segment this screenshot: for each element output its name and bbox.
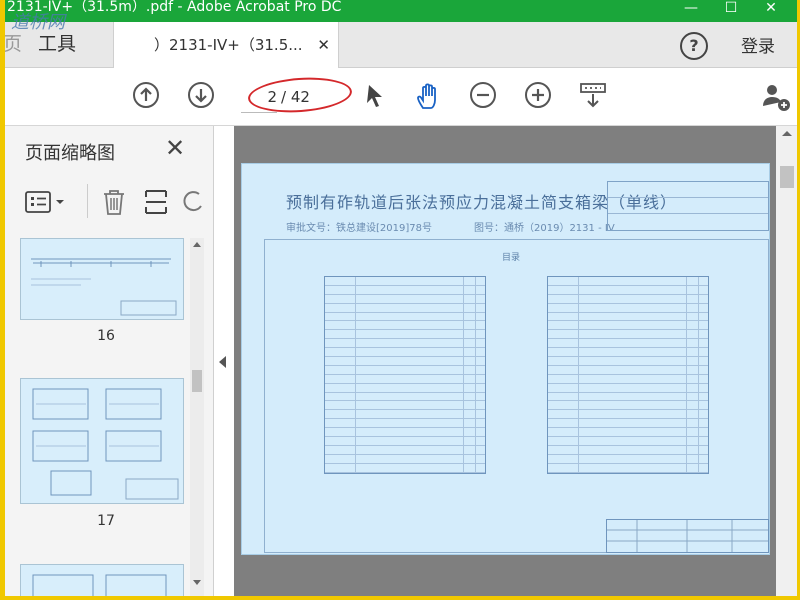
thumbnail-scrollbar[interactable] xyxy=(190,238,204,596)
document-tab-label: ）2131-IV+（31.5... xyxy=(154,36,303,54)
toc-table-left xyxy=(324,276,486,474)
scroll-down-icon[interactable] xyxy=(193,580,201,586)
toc-table-row xyxy=(325,357,485,366)
toc-table-row xyxy=(548,357,708,366)
add-user-icon[interactable] xyxy=(761,82,790,111)
insert-page-icon[interactable] xyxy=(143,188,169,220)
collapse-panel-icon[interactable] xyxy=(219,356,226,368)
toc-table-right xyxy=(547,276,709,474)
toc-table-row xyxy=(548,277,708,286)
thumbnail-page-18[interactable] xyxy=(20,564,184,596)
document-page: 预制有砟轨道后张法预应力混凝土简支箱梁（单线） 审批文号：铁总建设[2019]7… xyxy=(241,163,770,555)
toc-table-row xyxy=(325,277,485,286)
toc-table-row xyxy=(325,392,485,402)
thumbnail-options-icon[interactable] xyxy=(25,190,69,218)
next-page-icon[interactable] xyxy=(188,82,214,108)
thumbnail-number: 16 xyxy=(97,328,115,344)
toc-table-row xyxy=(325,365,485,375)
toc-table-row xyxy=(325,419,485,429)
toc-table-row xyxy=(325,294,485,304)
thumbnail-number: 17 xyxy=(97,513,115,529)
minimize-button[interactable]: — xyxy=(671,0,711,16)
toc-table-row xyxy=(325,437,485,446)
red-annotation-ellipse xyxy=(246,74,354,116)
toc-table-row xyxy=(325,285,485,295)
drawing-title-block xyxy=(607,181,769,231)
close-tab-icon[interactable]: ✕ xyxy=(317,22,330,68)
toc-table-row xyxy=(325,401,485,411)
toc-table-row xyxy=(325,410,485,420)
document-tab[interactable]: ）2131-IV+（31.5... ✕ xyxy=(113,22,339,68)
delete-page-icon[interactable] xyxy=(101,188,127,220)
toc-table-row xyxy=(325,374,485,384)
title-bar: 2131-IV+（31.5m）.pdf - Adobe Acrobat Pro … xyxy=(5,0,797,22)
zoom-out-icon[interactable] xyxy=(470,82,496,108)
toc-table-row xyxy=(325,454,485,464)
toc-table-row xyxy=(548,463,708,473)
tab-bar: 页 工具 ）2131-IV+（31.5... ✕ ? 登录 xyxy=(5,22,797,68)
panel-toolbar xyxy=(5,184,213,222)
document-view[interactable]: 预制有砟轨道后张法预应力混凝土简支箱梁（单线） 审批文号：铁总建设[2019]7… xyxy=(234,126,776,596)
toc-table-row xyxy=(548,285,708,295)
document-scroll-thumb[interactable] xyxy=(780,166,794,188)
zoom-in-icon[interactable] xyxy=(525,82,551,108)
toc-table-row xyxy=(548,294,708,304)
toc-table-row xyxy=(325,463,485,473)
page-thumbnails-panel: 页面缩略图 ✕ 16 17 xyxy=(5,126,214,596)
hand-tool-icon[interactable] xyxy=(415,82,441,109)
toc-table-row xyxy=(548,410,708,420)
thumbnail-scroll-thumb[interactable] xyxy=(192,370,202,392)
thumbnail-page-16[interactable] xyxy=(20,238,184,320)
toc-table-row xyxy=(325,428,485,438)
window-controls: — ☐ ✕ xyxy=(671,0,791,16)
toc-table-row xyxy=(325,445,485,455)
main-toolbar: 2 / 42 xyxy=(5,68,797,126)
toc-table-row xyxy=(325,312,485,322)
toc-table-row xyxy=(325,339,485,349)
doc-scroll-up-icon[interactable] xyxy=(782,130,792,136)
watermark-logo: 道桥网 xyxy=(11,12,65,33)
toc-table-row xyxy=(548,437,708,446)
toc-heading: 目录 xyxy=(502,253,521,263)
panel-close-icon[interactable]: ✕ xyxy=(165,134,185,162)
thumbnail-page-17[interactable] xyxy=(20,378,184,504)
document-scrollbar[interactable] xyxy=(776,126,797,596)
maximize-button[interactable]: ☐ xyxy=(711,0,751,16)
toc-table-row xyxy=(548,445,708,455)
login-button[interactable]: 登录 xyxy=(741,32,775,57)
acrobat-window: 2131-IV+（31.5m）.pdf - Adobe Acrobat Pro … xyxy=(5,0,797,596)
prev-page-icon[interactable] xyxy=(133,82,159,108)
toc-table-row xyxy=(548,428,708,438)
toc-table-row xyxy=(548,454,708,464)
toc-table-row xyxy=(325,321,485,331)
toc-table-row xyxy=(548,339,708,349)
scroll-mode-icon[interactable] xyxy=(579,82,606,108)
toc-table-row xyxy=(548,348,708,358)
toc-table-row xyxy=(548,374,708,384)
panel-toolbar-divider xyxy=(87,184,88,218)
toc-table-row xyxy=(548,303,708,313)
scroll-up-icon[interactable] xyxy=(193,241,201,247)
toc-table-row xyxy=(548,312,708,322)
toc-table-row xyxy=(548,392,708,402)
panel-title: 页面缩略图 xyxy=(25,143,115,164)
select-arrow-icon[interactable] xyxy=(363,82,389,108)
rotate-page-icon[interactable] xyxy=(181,188,205,220)
drawing-approval-number: 审批文号：铁总建设[2019]78号 xyxy=(286,223,432,234)
close-window-button[interactable]: ✕ xyxy=(751,0,791,16)
toc-table-row xyxy=(325,383,485,393)
toc-table-row xyxy=(548,401,708,411)
toc-table-row xyxy=(548,330,708,340)
toc-table-row xyxy=(548,321,708,331)
thumbnail-list: 16 17 xyxy=(15,238,187,596)
toc-table-row xyxy=(548,383,708,393)
drawing-number: 图号：通桥（2019）2131 - IV xyxy=(474,223,615,234)
help-icon[interactable]: ? xyxy=(680,32,708,60)
toc-table-row xyxy=(548,365,708,375)
toc-table-row xyxy=(548,419,708,429)
toc-table-row xyxy=(325,330,485,340)
drawing-stamp-block xyxy=(606,519,769,553)
toc-table-row xyxy=(325,303,485,313)
toc-table-row xyxy=(325,348,485,358)
